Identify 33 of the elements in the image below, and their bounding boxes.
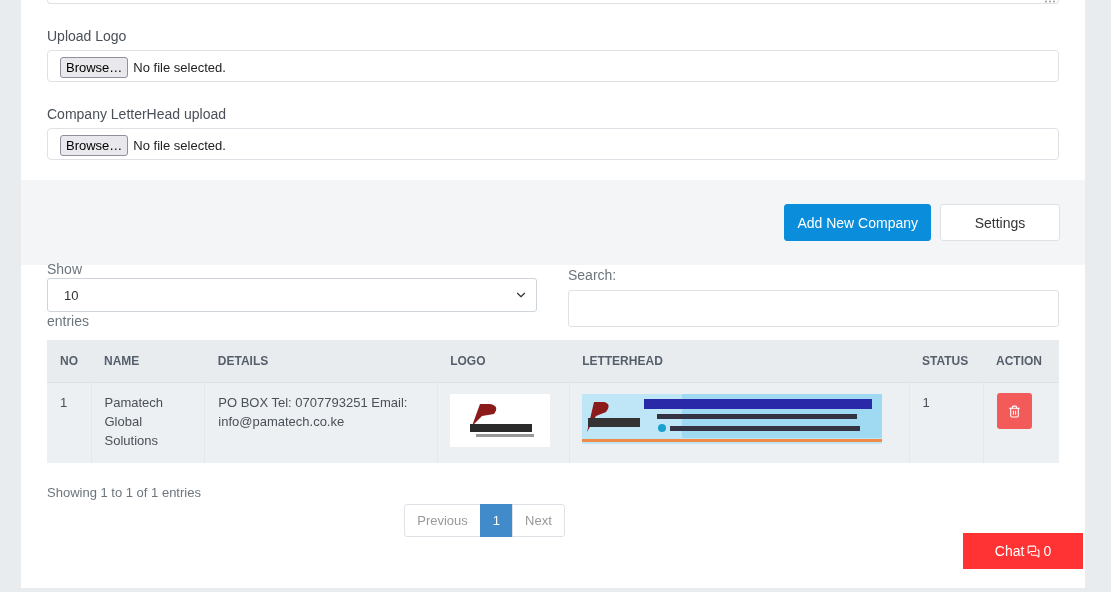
column-header: LOGO [437,340,570,383]
column-header: STATUS [909,340,983,383]
search-field[interactable] [568,290,1059,327]
show-label: Show [47,261,84,277]
column-header: NAME [91,340,205,383]
entries-info: Showing 1 to 1 of 1 entries [47,485,202,500]
resize-grip-icon [1045,0,1055,3]
file-input[interactable]: Browse… No file selected. [47,128,1059,160]
trash-icon [1007,404,1021,418]
table-cell: 1 [909,382,983,463]
table-cell: 1 [47,382,91,463]
file-status: No file selected. [133,138,226,153]
browse-button[interactable]: Browse… [60,135,129,156]
browse-button[interactable]: Browse… [60,57,129,78]
file-input[interactable]: Browse… No file selected. [47,50,1059,82]
field-label: Company LetterHead upload [47,106,227,122]
column-header: DETAILS [204,340,438,383]
settings-button[interactable]: Settings [940,204,1060,241]
delete-button[interactable] [996,393,1032,429]
column-header: LETTERHEAD [569,340,909,383]
page-button[interactable]: 1 [479,504,514,537]
search-label: Search: [568,267,618,283]
table-cell: PO BOX Tel: 0707793251 Email: info@pamatech.co.ke [204,382,438,463]
chat-button[interactable]: Chat 0 [963,533,1083,569]
field-label: Upload Logo [47,28,128,44]
file-status: No file selected. [133,60,226,75]
column-header: NO [47,340,91,383]
entries-label: entries [47,313,91,329]
column-header: ACTION [983,340,1059,383]
table-cell: Pamatech Global Solutions [91,382,205,463]
add-button[interactable]: Add New Company [784,204,931,241]
entries-select[interactable]: 10 [47,278,537,312]
chat-icon [1027,544,1041,558]
